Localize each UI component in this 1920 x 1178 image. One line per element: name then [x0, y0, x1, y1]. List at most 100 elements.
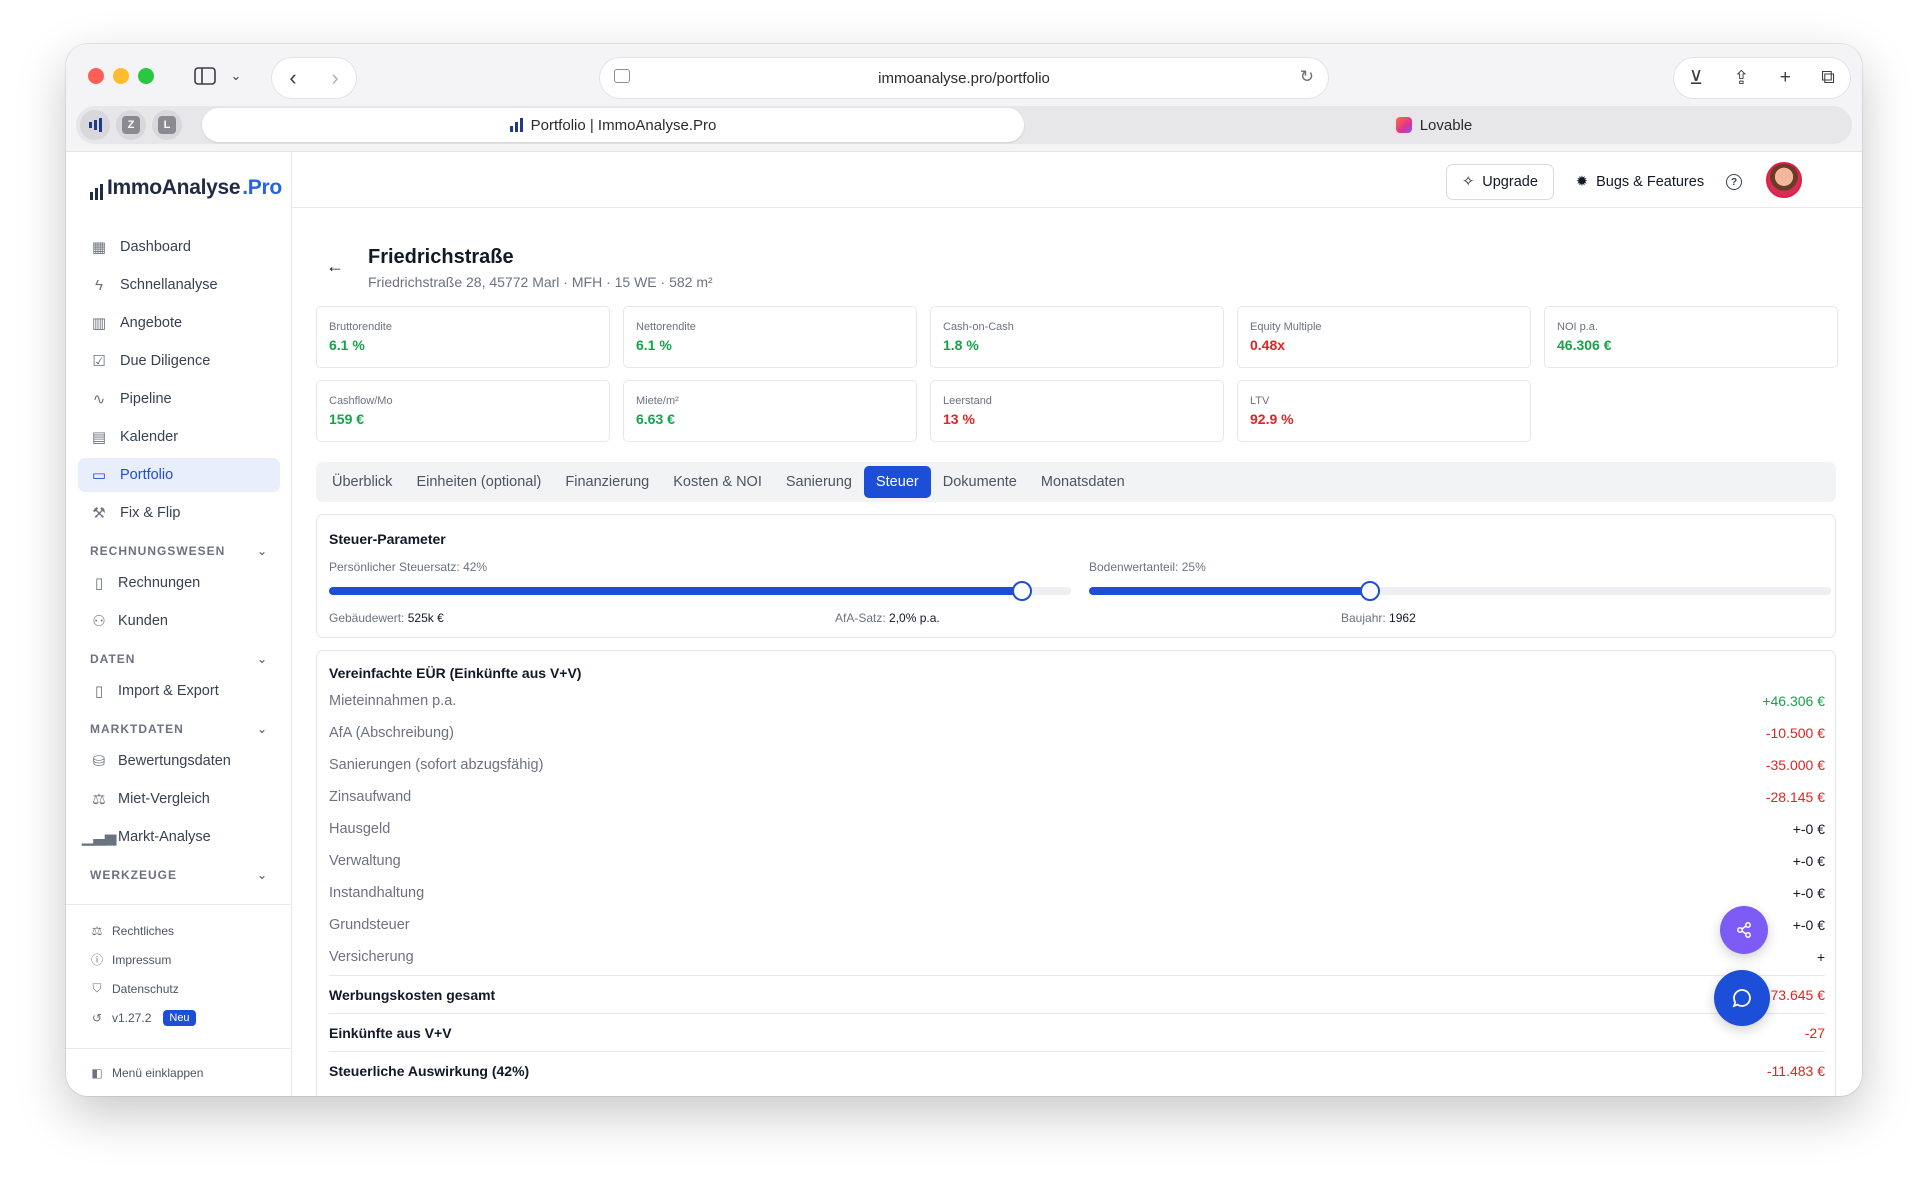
app-logo[interactable]: ImmoAnalyse .Pro [90, 176, 282, 200]
tab-finanzierung[interactable]: Finanzierung [553, 466, 661, 498]
sidebar-item-dashboard[interactable]: ▦ Dashboard [78, 230, 280, 264]
pinned-tab-immoanalyse[interactable] [80, 110, 110, 140]
section-werkzeuge[interactable]: WERKZEUGE ⌄ [78, 860, 280, 890]
sidebar-item-schnellanalyse[interactable]: ϟ Schnellanalyse [78, 268, 280, 302]
tab-einheiten[interactable]: Einheiten (optional) [404, 466, 553, 498]
section-rechnungswesen[interactable]: RECHNUNGSWESEN ⌄ [78, 536, 280, 566]
app-topbar: ✧ Upgrade ✹ Bugs & Features ? [292, 152, 1862, 208]
share-nodes-icon [1737, 922, 1751, 938]
sidebar-item-portfolio[interactable]: ▭ Portfolio [78, 458, 280, 492]
tab-kosten-noi[interactable]: Kosten & NOI [661, 466, 774, 498]
upgrade-button[interactable]: ✧ Upgrade [1446, 164, 1554, 200]
browser-chrome: ⌄ ‹ › immoanalyse.pro/portfolio ↻ ⊻ ⇪ + … [66, 44, 1862, 152]
eur-card: Vereinfachte EÜR (Einkünfte aus V+V) Mie… [316, 650, 1836, 1096]
main-nav: ▦ Dashboard ϟ Schnellanalyse ▥ Angebote … [78, 230, 280, 890]
lovable-icon [1395, 117, 1412, 133]
new-tab-icon[interactable]: + [1780, 67, 1791, 89]
link-rechtliches[interactable]: ⚖ Rechtliches [90, 916, 280, 945]
section-daten[interactable]: DATEN ⌄ [78, 644, 280, 674]
help-icon[interactable]: ? [1726, 174, 1742, 190]
tab-steuer[interactable]: Steuer [863, 466, 931, 498]
pinned-tabs: Z L [80, 110, 182, 140]
new-badge: Neu [163, 1009, 196, 1026]
sidebar-item-bewertungsdaten[interactable]: ⛁ Bewertungsdaten [78, 744, 280, 778]
back-arrow-icon[interactable]: ← [326, 256, 344, 277]
pinned-tab-z[interactable]: Z [116, 110, 146, 140]
info-icon: ⓘ [90, 953, 103, 967]
eur-row: Mieteinnahmen p.a. +46.306 € [329, 693, 1825, 709]
download-icon[interactable]: ⊻ [1689, 67, 1703, 90]
clipboard-icon: ☑ [92, 353, 106, 370]
close-window-button[interactable] [88, 68, 104, 84]
address-bar[interactable]: immoanalyse.pro/portfolio ↻ [600, 58, 1328, 98]
sidebar-item-due-diligence[interactable]: ☑ Due Diligence [78, 344, 280, 378]
tab-monatsdaten[interactable]: Monatsdaten [1029, 466, 1137, 498]
tab-sanierung[interactable]: Sanierung [774, 466, 864, 498]
link-datenschutz[interactable]: ⛉ Datenschutz [90, 974, 280, 1003]
eur-total-row: Steuerliche Auswirkung (42%) -11.483 € [329, 1051, 1825, 1089]
page-icon [614, 69, 630, 83]
eur-row: Zinsaufwand -28.145 € [329, 789, 1825, 805]
slider-thumb[interactable] [1360, 581, 1381, 601]
url-text: immoanalyse.pro/portfolio [878, 69, 1050, 87]
bugs-features-button[interactable]: ✹ Bugs & Features [1570, 164, 1710, 200]
bug-icon: ✹ [1575, 174, 1589, 190]
slider-fill [329, 587, 1022, 595]
sidebar-item-kunden[interactable]: ⚇ Kunden [78, 604, 280, 638]
sidebar-item-miet-vergleich[interactable]: ⚖ Miet-Vergleich [78, 782, 280, 816]
tab-overview-icon[interactable]: ⧉ [1821, 67, 1835, 89]
scale-icon: ⚖ [91, 923, 103, 938]
kpi-bruttorendite: Bruttorendite 6.1 % [316, 306, 610, 368]
sidebar-item-kalender[interactable]: ▤ Kalender [78, 420, 280, 454]
collapse-menu-button[interactable]: ◧ Menü einklappen [90, 1058, 280, 1087]
sidebar-toggle-icon[interactable] [192, 62, 218, 90]
bodenwert-slider[interactable] [1089, 581, 1831, 601]
sidebar-collapse: ◧ Menü einklappen [90, 1058, 280, 1087]
section-marktdaten[interactable]: MARKTDATEN ⌄ [78, 714, 280, 744]
sidebar-item-fix-flip[interactable]: ⚒ Fix & Flip [78, 496, 280, 530]
sidebar: ImmoAnalyse .Pro ▦ Dashboard ϟ Schnellana… [66, 152, 292, 1096]
calendar-icon: ▤ [91, 429, 107, 446]
logo-bars-icon [90, 182, 103, 200]
reload-icon[interactable]: ↻ [1300, 67, 1314, 87]
link-impressum[interactable]: ⓘ Impressum [90, 945, 280, 974]
kpi-cashflow: Cashflow/Mo 159 € [316, 380, 610, 442]
sidebar-item-import-export[interactable]: ▯ Import & Export [78, 674, 280, 708]
avatar[interactable] [1766, 162, 1802, 198]
version-info[interactable]: ↺ v1.27.2 Neu [90, 1003, 280, 1032]
sidebar-item-rechnungen[interactable]: ▯ Rechnungen [78, 566, 280, 600]
zoom-window-button[interactable] [138, 68, 154, 84]
browser-actions: ⊻ ⇪ + ⧉ [1674, 58, 1850, 98]
tab-dokumente[interactable]: Dokumente [931, 466, 1029, 498]
gebaeudewert: Gebäudewert: 525k € [329, 611, 444, 625]
chat-fab-button[interactable] [1714, 970, 1770, 1026]
database-icon: ⛁ [92, 753, 106, 770]
tab-strip: Z L Portfolio | ImmoAnalyse.Pro Lovable [76, 106, 1852, 144]
file-icon: ▯ [94, 575, 104, 592]
share-icon[interactable]: ⇪ [1733, 67, 1749, 90]
main-content: ← Friedrichstraße Friedrichstraße 28, 45… [292, 208, 1862, 1096]
sidebar-item-pipeline[interactable]: ∿ Pipeline [78, 382, 280, 416]
slider-thumb[interactable] [1011, 581, 1032, 601]
hammer-icon: ⚒ [92, 505, 106, 522]
eur-row: Versicherung + [329, 949, 1825, 965]
forward-button[interactable]: › [331, 65, 338, 91]
chevron-down-icon[interactable]: ⌄ [226, 62, 246, 90]
steuersatz-slider[interactable] [329, 581, 1071, 601]
share-fab-button[interactable] [1720, 906, 1768, 954]
slider-fill [1089, 587, 1371, 595]
page-subtitle: Friedrichstraße 28, 45772 Marl · MFH · 1… [368, 274, 713, 290]
eur-row: AfA (Abschreibung) -10.500 € [329, 725, 1825, 741]
history-nav: ‹ › [272, 58, 356, 98]
sidebar-item-markt-analyse[interactable]: ▁▃▅ Markt-Analyse [78, 820, 280, 854]
tab-ueberblick[interactable]: Überblick [320, 466, 404, 498]
users-icon: ⚇ [92, 613, 106, 630]
tab-portfolio[interactable]: Portfolio | ImmoAnalyse.Pro [202, 108, 1024, 142]
minimize-window-button[interactable] [113, 68, 129, 84]
tab-lovable[interactable]: Lovable [1024, 108, 1844, 142]
sidebar-item-angebote[interactable]: ▥ Angebote [78, 306, 280, 340]
chevron-down-icon: ⌄ [256, 652, 268, 666]
shield-icon: ⛉ [92, 981, 102, 995]
pinned-tab-l[interactable]: L [152, 110, 182, 140]
back-button[interactable]: ‹ [289, 65, 296, 91]
